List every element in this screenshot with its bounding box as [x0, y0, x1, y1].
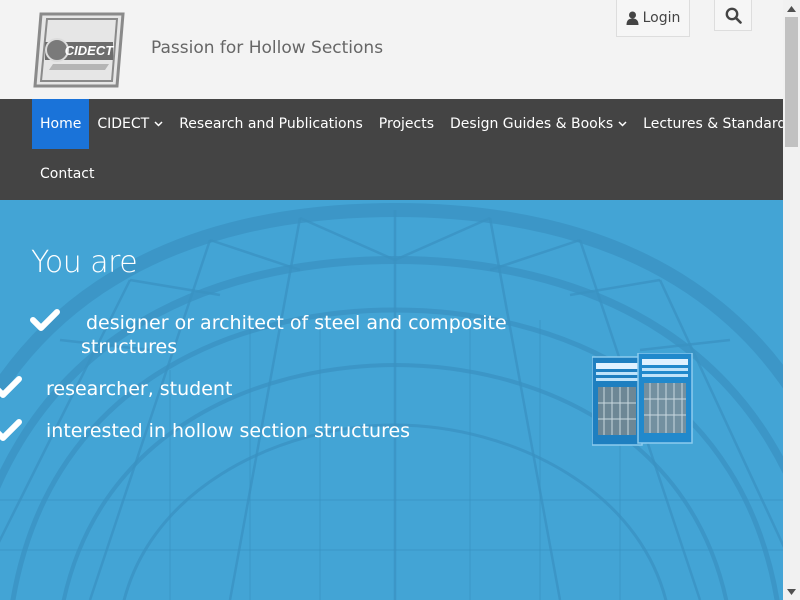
main-navigation: Home CIDECT Research and Publications Pr…: [0, 99, 800, 200]
hero-item-designer-cont: structures: [81, 336, 178, 358]
nav-label: CIDECT: [97, 116, 150, 132]
arrow-down-icon: [787, 588, 796, 595]
nav-label: Lectures & Standards: [643, 116, 794, 132]
arrow-up-icon: [787, 5, 796, 12]
cidect-logo[interactable]: CIDECT: [33, 12, 125, 88]
nav-row: Home CIDECT Research and Publications Pr…: [32, 99, 800, 149]
nav-row: Contact: [32, 149, 102, 199]
scroll-thumb[interactable]: [785, 17, 798, 147]
site-header: CIDECT Passion for Hollow Sections Login: [0, 0, 783, 99]
logo-text: CIDECT: [65, 43, 114, 58]
nav-label: Design Guides & Books: [450, 116, 614, 132]
check-icon: [0, 376, 22, 398]
login-label: Login: [642, 10, 681, 26]
user-icon: [626, 11, 639, 25]
search-icon: [725, 7, 742, 24]
nav-label: Projects: [378, 116, 434, 132]
nav-item-cidect[interactable]: CIDECT: [89, 99, 171, 149]
search-button[interactable]: [714, 0, 752, 31]
nav-label: Home: [40, 116, 82, 132]
scroll-up-arrow[interactable]: [783, 0, 800, 17]
nav-item-research-publications[interactable]: Research and Publications: [171, 99, 371, 149]
hero-item-interested: interested in hollow section structures: [46, 420, 411, 442]
site-tagline: Passion for Hollow Sections: [151, 38, 384, 58]
nav-item-projects[interactable]: Projects: [371, 99, 442, 149]
check-icon: [0, 419, 22, 441]
nav-item-design-guides-books[interactable]: Design Guides & Books: [442, 99, 635, 149]
nav-label: Research and Publications: [179, 116, 363, 132]
nav-item-contact[interactable]: Contact: [32, 149, 102, 199]
check-icon: [30, 309, 60, 331]
page-scrollbar[interactable]: [783, 0, 800, 600]
login-button[interactable]: Login: [616, 0, 690, 37]
chevron-down-icon: [618, 121, 627, 127]
hero-title: You are: [31, 245, 138, 280]
scroll-down-arrow[interactable]: [783, 583, 800, 600]
publication-covers-image[interactable]: [591, 352, 694, 447]
nav-item-home[interactable]: Home: [32, 99, 90, 149]
hero-item-researcher: researcher, student: [46, 378, 233, 400]
nav-label: Contact: [40, 166, 95, 182]
nav-item-lectures-standards[interactable]: Lectures & Standards: [635, 99, 800, 149]
chevron-down-icon: [154, 121, 163, 127]
hero-banner: You are designer or architect of steel a…: [0, 200, 783, 600]
hero-item-designer: designer or architect of steel and compo…: [86, 312, 507, 334]
